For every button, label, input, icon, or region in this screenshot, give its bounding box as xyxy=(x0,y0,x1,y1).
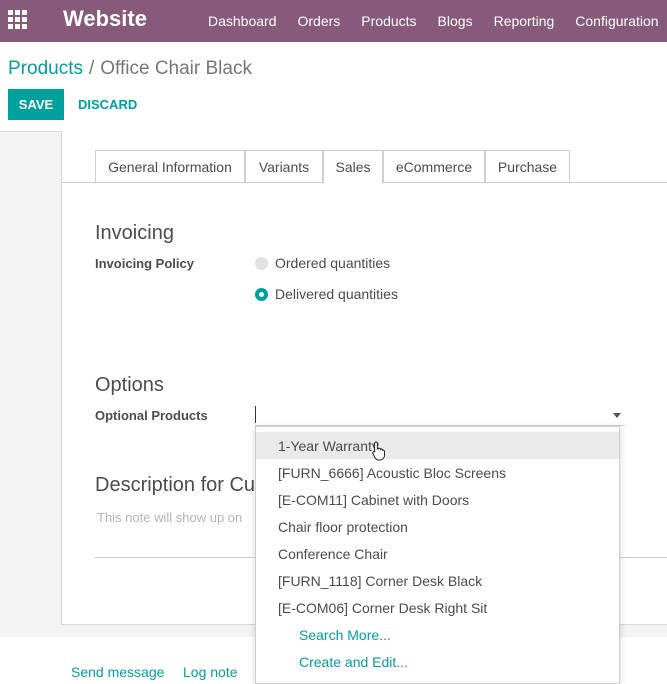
chevron-down-icon[interactable] xyxy=(613,413,621,418)
dropdown-item[interactable]: [FURN_6666] Acoustic Bloc Screens xyxy=(256,459,619,486)
menu-blogs[interactable]: Blogs xyxy=(438,13,473,29)
menu-dashboard[interactable]: Dashboard xyxy=(208,13,277,29)
tab-general-information[interactable]: General Information xyxy=(95,150,245,183)
discard-button[interactable]: DISCARD xyxy=(78,89,137,120)
radio-checked-icon[interactable] xyxy=(255,287,268,301)
breadcrumb-separator: / xyxy=(88,58,95,79)
radio-unchecked-icon[interactable] xyxy=(255,256,268,270)
description-title: Description for Cu xyxy=(95,474,256,496)
optional-products-dropdown: 1-Year Warranty [FURN_6666] Acoustic Blo… xyxy=(255,426,620,684)
send-message-button[interactable]: Send message xyxy=(71,664,164,680)
apps-menu-icon[interactable] xyxy=(8,10,29,31)
dropdown-item[interactable]: 1-Year Warranty xyxy=(256,432,619,459)
radio-delivered-quantities[interactable]: Delivered quantities xyxy=(255,286,398,302)
dropdown-item[interactable]: Chair floor protection xyxy=(256,513,619,540)
tab-ecommerce[interactable]: eCommerce xyxy=(383,150,485,183)
radio-ordered-label: Ordered quantities xyxy=(275,255,391,271)
dropdown-item[interactable]: [E-COM06] Corner Desk Right Sit xyxy=(256,594,619,621)
menu-configuration[interactable]: Configuration xyxy=(575,13,658,29)
top-navbar: Website Dashboard Orders Products Blogs … xyxy=(0,0,667,42)
optional-products-input[interactable] xyxy=(255,404,625,426)
save-button[interactable]: SAVE xyxy=(8,89,64,120)
tab-variants[interactable]: Variants xyxy=(245,150,323,183)
radio-delivered-label: Delivered quantities xyxy=(275,286,398,302)
breadcrumb-products-link[interactable]: Products xyxy=(8,58,83,79)
main-menu: Dashboard Orders Products Blogs Reportin… xyxy=(208,0,659,42)
menu-products[interactable]: Products xyxy=(361,13,416,29)
search-more-link[interactable]: Search More... xyxy=(256,621,619,648)
breadcrumb-current: Office Chair Black xyxy=(100,58,252,79)
menu-orders[interactable]: Orders xyxy=(298,13,341,29)
hand-cursor-icon xyxy=(372,441,385,461)
invoicing-title: Invoicing xyxy=(95,222,174,244)
text-caret xyxy=(255,406,256,423)
menu-reporting[interactable]: Reporting xyxy=(494,13,555,29)
dropdown-item[interactable]: Conference Chair xyxy=(256,540,619,567)
tab-purchase[interactable]: Purchase xyxy=(485,150,570,183)
create-and-edit-link[interactable]: Create and Edit... xyxy=(256,648,619,675)
description-placeholder[interactable]: This note will show up on xyxy=(97,510,242,525)
breadcrumb: Products / Office Chair Black xyxy=(8,58,252,80)
radio-ordered-quantities[interactable]: Ordered quantities xyxy=(255,255,390,271)
dropdown-item[interactable]: [E-COM11] Cabinet with Doors xyxy=(256,486,619,513)
options-title: Options xyxy=(95,374,164,396)
log-note-button[interactable]: Log note xyxy=(183,664,238,680)
tab-sales[interactable]: Sales xyxy=(323,150,383,184)
invoicing-policy-label: Invoicing Policy xyxy=(95,256,194,271)
optional-products-label: Optional Products xyxy=(95,408,208,423)
app-name[interactable]: Website xyxy=(63,6,147,32)
dropdown-item[interactable]: [FURN_1118] Corner Desk Black xyxy=(256,567,619,594)
